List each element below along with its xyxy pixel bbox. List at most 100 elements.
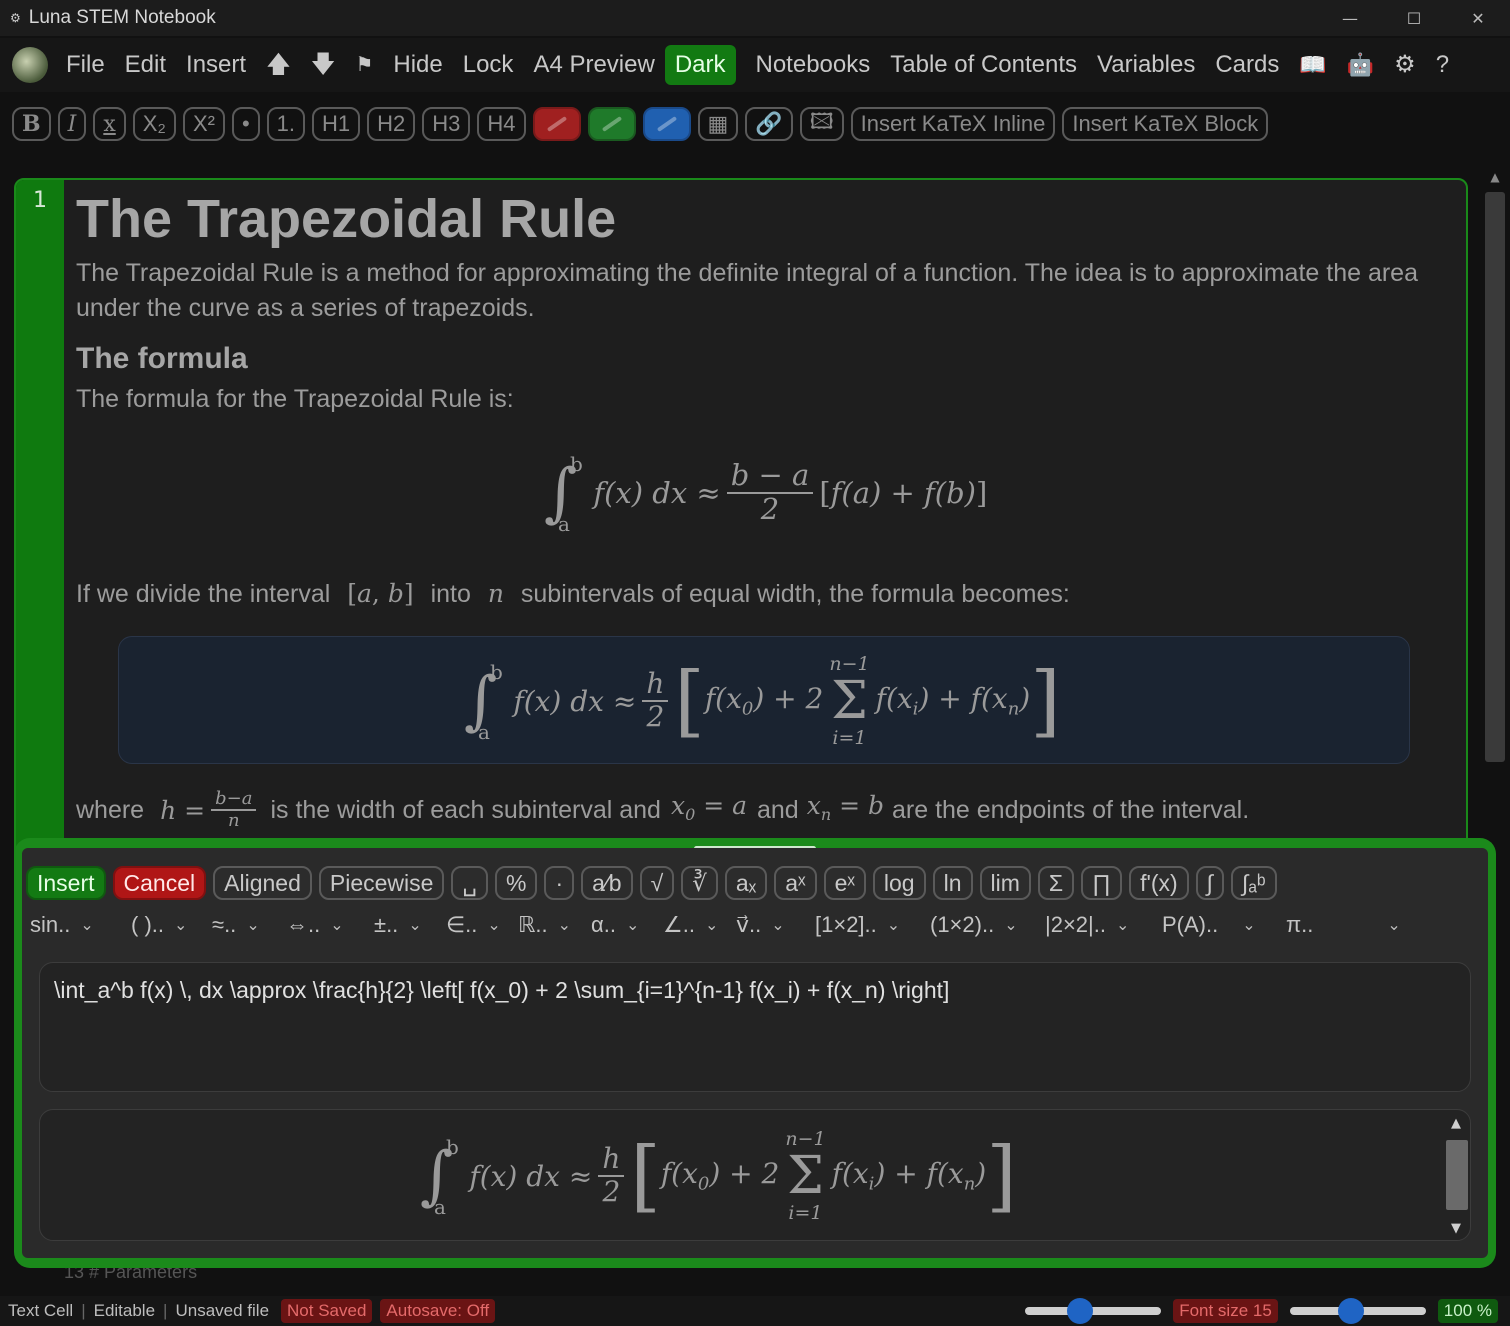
menu-table-of-contents[interactable]: Table of Contents — [880, 45, 1087, 85]
number-sets-dropdown[interactable]: ℝ.. ⌄ — [518, 912, 591, 938]
autosave-toggle[interactable]: Autosave: Off — [380, 1299, 496, 1323]
katex-editor-panel: Insert Cancel Aligned Piecewise ␣ % · a⁄… — [22, 848, 1488, 1258]
sum-button[interactable]: Σ — [1037, 866, 1075, 900]
scrollbar-thumb[interactable] — [1485, 192, 1505, 762]
menu-lock[interactable]: Lock — [453, 45, 524, 85]
dropdown-label: ∠.. — [663, 912, 695, 937]
vectors-dropdown[interactable]: v⃗.. ⌄ — [736, 912, 815, 938]
ln-button[interactable]: ln — [932, 866, 973, 900]
menu-cards[interactable]: Cards — [1205, 45, 1289, 85]
h1-button[interactable]: H1 — [312, 107, 361, 141]
menu-dark-toggle[interactable]: Dark — [664, 45, 736, 85]
zoom-slider[interactable] — [1289, 1298, 1426, 1324]
superscript-button[interactable]: X² — [182, 107, 225, 141]
subscript-button[interactable]: X₂ — [132, 107, 176, 141]
fraction-button[interactable]: a⁄b — [581, 866, 633, 900]
preview-scrollbar[interactable]: ▲ ▼ — [1444, 1114, 1468, 1238]
bullet-list-button[interactable]: • — [231, 107, 260, 141]
red-highlighter-icon[interactable] — [532, 107, 581, 141]
insert-katex-block-button[interactable]: Insert KaTeX Block — [1062, 107, 1269, 141]
katex-source-input[interactable]: \int_a^b f(x) \, dx \approx \frac{h}{2} … — [39, 962, 1471, 1092]
matrix-bracket-dropdown[interactable]: [1×2].. ⌄ — [815, 912, 930, 938]
chevron-down-icon: ⌄ — [1387, 917, 1401, 934]
slider-knob[interactable] — [1066, 1298, 1093, 1324]
menu-notebooks[interactable]: Notebooks — [746, 45, 881, 85]
image-icon[interactable]: 🖾 — [799, 107, 844, 141]
integral-button[interactable]: ∫ — [1195, 866, 1224, 900]
scroll-up-icon[interactable]: ▲ — [1444, 1116, 1468, 1131]
product-button[interactable]: ∏ — [1081, 866, 1123, 900]
link-icon[interactable]: 🔗 — [745, 107, 793, 141]
definite-integral-button[interactable]: ∫ₐᵇ — [1230, 866, 1277, 900]
sqrt-button[interactable]: √ — [639, 866, 675, 900]
cancel-button[interactable]: Cancel — [112, 866, 207, 900]
space-button[interactable]: ␣ — [451, 866, 489, 900]
cube-root-button[interactable]: ∛ — [681, 866, 718, 900]
dropdown-label: |2×2|.. — [1045, 912, 1106, 937]
menu-a4-preview[interactable]: A4 Preview — [523, 45, 664, 85]
numbered-list-button[interactable]: 1. — [266, 107, 306, 141]
page-title: The Trapezoidal Rule — [76, 189, 617, 249]
arrows-dropdown[interactable]: ⇔.. ⌄ — [286, 912, 374, 938]
constants-dropdown[interactable]: π.. ⌄ — [1286, 912, 1410, 938]
robot-icon[interactable]: 🤖 — [1337, 45, 1384, 85]
dropdown-label: P(A).. — [1162, 912, 1219, 937]
probability-dropdown[interactable]: P(A).. ⌄ — [1162, 912, 1286, 938]
operators-dropdown[interactable]: ±.. ⌄ — [374, 912, 446, 938]
flag-icon[interactable]: ⚑ — [345, 45, 383, 85]
chevron-down-icon: ⌄ — [625, 917, 640, 934]
avatar[interactable] — [12, 47, 48, 83]
determinant-dropdown[interactable]: |2×2|.. ⌄ — [1045, 912, 1162, 938]
book-icon[interactable]: 📖 — [1289, 45, 1336, 85]
green-highlighter-icon[interactable] — [587, 107, 636, 141]
aligned-button[interactable]: Aligned — [213, 866, 312, 900]
arrow-up-icon[interactable]: 🡅 — [256, 45, 301, 85]
maximize-button[interactable]: ☐ — [1382, 0, 1446, 36]
menu-file[interactable]: File — [56, 45, 115, 85]
geometry-dropdown[interactable]: ∠.. ⌄ — [663, 912, 736, 938]
menu-variables[interactable]: Variables — [1087, 45, 1205, 85]
close-button[interactable]: ✕ — [1446, 0, 1510, 36]
lim-button[interactable]: lim — [979, 866, 1031, 900]
format-toolbar: B I x X₂ X² • 1. H1 H2 H3 H4 ▦ 🔗 🖾 Inser… — [0, 100, 1510, 148]
arrow-down-icon[interactable]: 🡇 — [301, 45, 346, 85]
insert-katex-inline-button[interactable]: Insert KaTeX Inline — [850, 107, 1056, 141]
derivative-button[interactable]: f'(x) — [1129, 866, 1189, 900]
dot-button[interactable]: · — [544, 866, 575, 900]
percent-button[interactable]: % — [495, 866, 538, 900]
piecewise-button[interactable]: Piecewise — [318, 866, 445, 900]
relations-dropdown[interactable]: ≈.. ⌄ — [212, 912, 286, 938]
subscript-math-button[interactable]: aₓ — [724, 866, 768, 900]
dropdown-label: v⃗.. — [736, 912, 762, 937]
greek-dropdown[interactable]: α.. ⌄ — [591, 912, 663, 938]
brackets-dropdown[interactable]: ( ).. ⌄ — [131, 912, 212, 938]
table-icon[interactable]: ▦ — [697, 107, 739, 141]
bold-button[interactable]: B — [12, 107, 51, 141]
h2-button[interactable]: H2 — [367, 107, 416, 141]
power-button[interactable]: aˣ — [774, 866, 817, 900]
matrix-paren-dropdown[interactable]: (1×2).. ⌄ — [930, 912, 1045, 938]
insert-button[interactable]: Insert — [26, 866, 106, 900]
log-button[interactable]: log — [872, 866, 926, 900]
menu-edit[interactable]: Edit — [115, 45, 176, 85]
edit-mode-status: Editable — [93, 1301, 156, 1320]
notebook-cell[interactable]: 1 The Trapezoidal Rule The Trapezoidal R… — [14, 178, 1468, 868]
blue-highlighter-icon[interactable] — [642, 107, 691, 141]
slider-knob[interactable] — [1338, 1298, 1365, 1324]
help-button[interactable]: ? — [1426, 45, 1459, 85]
underline-button[interactable]: x — [93, 107, 126, 141]
h4-button[interactable]: H4 — [477, 107, 526, 141]
h3-button[interactable]: H3 — [422, 107, 471, 141]
minimize-button[interactable]: — — [1318, 0, 1382, 36]
scroll-down-icon[interactable]: ▼ — [1444, 1221, 1468, 1236]
preview-scrollbar-thumb[interactable] — [1446, 1140, 1468, 1210]
menu-insert[interactable]: Insert — [176, 45, 256, 85]
sets-dropdown[interactable]: ∈.. ⌄ — [446, 912, 518, 938]
settings-gear-icon[interactable]: ⚙ — [1384, 45, 1426, 85]
exp-button[interactable]: eˣ — [823, 866, 866, 900]
italic-button[interactable]: I — [57, 107, 87, 141]
trig-dropdown[interactable]: sin.. ⌄ — [30, 912, 131, 938]
menu-hide[interactable]: Hide — [383, 45, 452, 85]
scroll-up-icon[interactable]: ▲ — [1482, 170, 1508, 184]
font-size-slider[interactable] — [1025, 1298, 1162, 1324]
